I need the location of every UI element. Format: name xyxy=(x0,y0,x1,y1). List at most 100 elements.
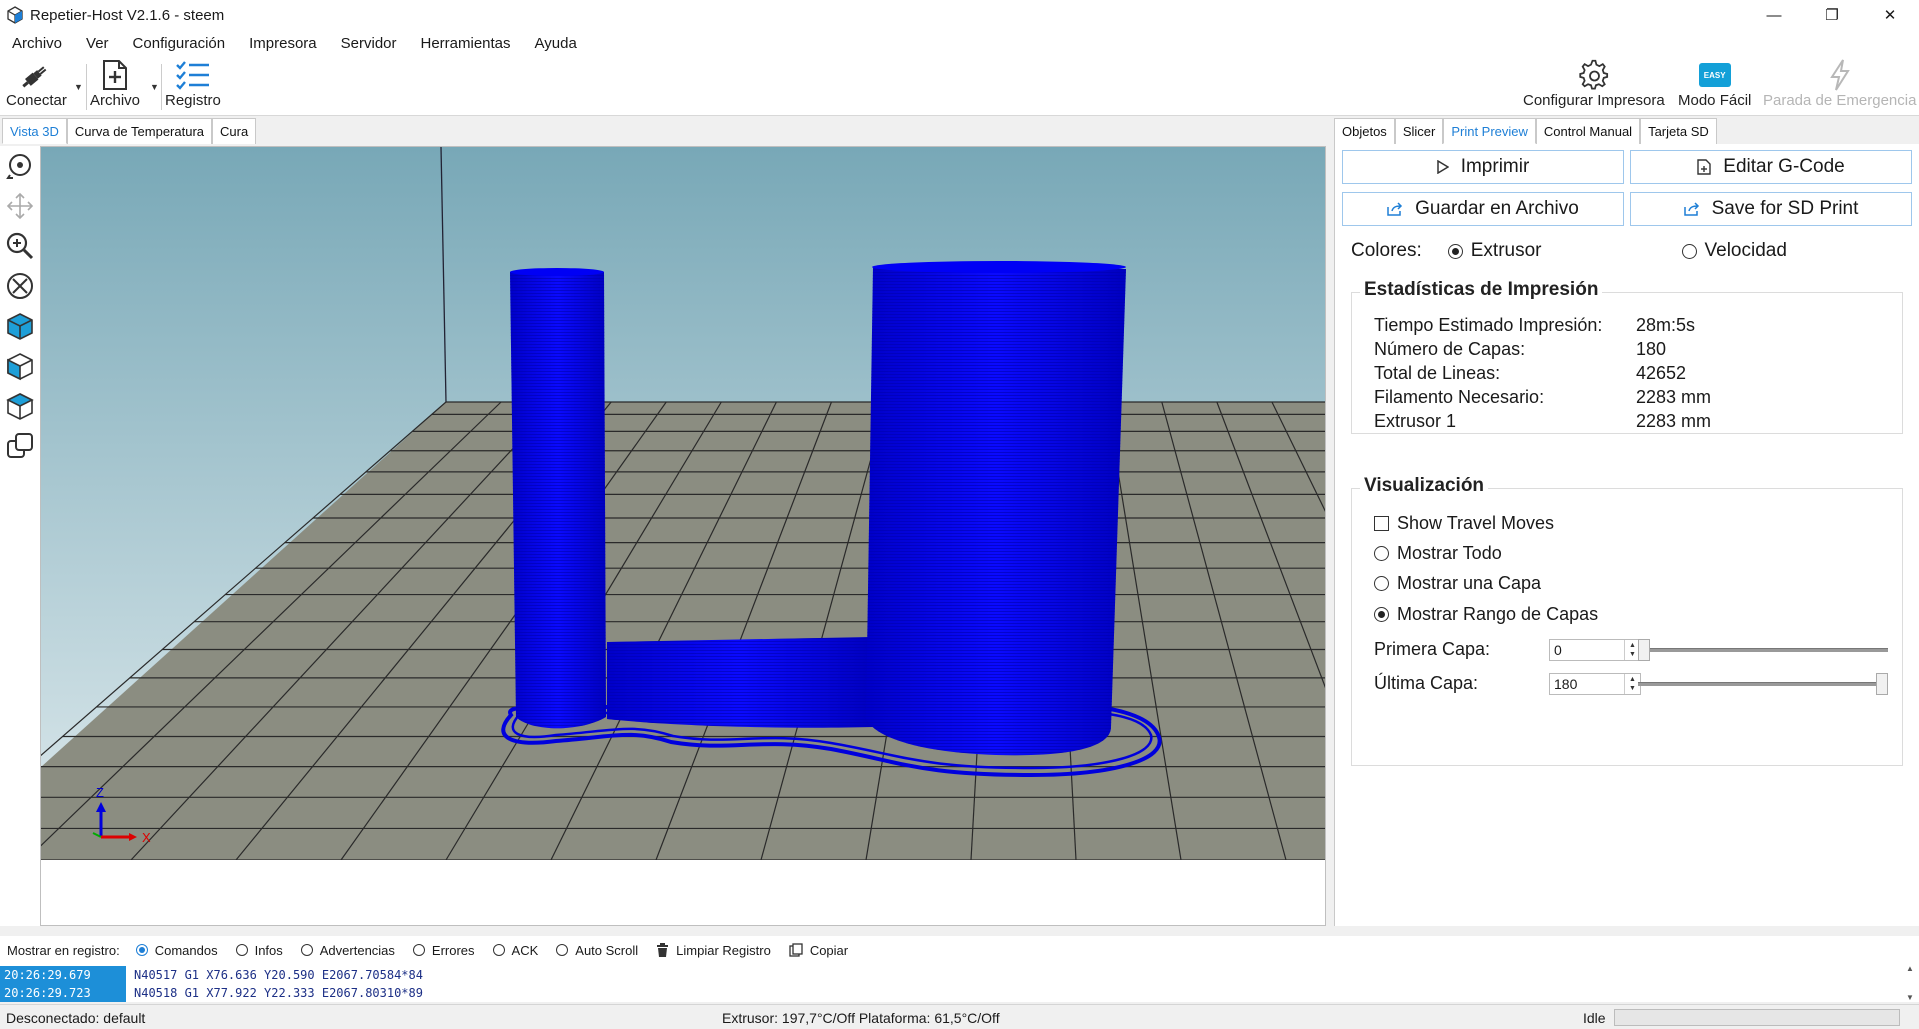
play-icon xyxy=(1436,160,1449,174)
connect-dropdown-icon[interactable]: ▼ xyxy=(74,82,83,92)
spin-down-icon[interactable]: ▼ xyxy=(1629,684,1636,693)
save-to-file-label: Guardar en Archivo xyxy=(1415,198,1579,219)
tab-objects[interactable]: Objetos xyxy=(1334,118,1395,144)
print-button[interactable]: Imprimir xyxy=(1342,150,1624,184)
log-copy-label: Copiar xyxy=(809,942,849,958)
fit-icon xyxy=(7,273,33,299)
configure-printer-button[interactable]: Configurar Impresora xyxy=(1523,58,1665,109)
log-filter-bar: Mostrar en registro: Comandos Infos Adve… xyxy=(0,936,1919,964)
maximize-button[interactable]: ❐ xyxy=(1803,0,1861,30)
menu-impresora[interactable]: Impresora xyxy=(247,35,319,52)
show-travel-checkbox[interactable] xyxy=(1374,516,1389,531)
log-errors-radio[interactable] xyxy=(412,944,425,956)
last-layer-row: Última Capa: xyxy=(1374,673,1478,694)
file-dropdown-icon[interactable]: ▼ xyxy=(150,82,159,92)
top-view-tool[interactable] xyxy=(0,386,40,426)
log-copy-button[interactable]: Copiar xyxy=(789,943,848,958)
show-travel-label: Show Travel Moves xyxy=(1397,513,1555,533)
first-layer-slider-thumb[interactable] xyxy=(1638,639,1650,661)
show-all-radio[interactable] xyxy=(1374,546,1389,561)
stat-row: Extrusor 1 2283 mm xyxy=(1374,411,1711,432)
log-warnings-radio[interactable] xyxy=(300,944,313,956)
export-icon xyxy=(1683,202,1699,216)
save-sd-button[interactable]: Save for SD Print xyxy=(1630,192,1912,226)
menu-ayuda[interactable]: Ayuda xyxy=(533,35,579,52)
save-to-file-button[interactable]: Guardar en Archivo xyxy=(1342,192,1624,226)
first-layer-slider[interactable] xyxy=(1638,639,1888,661)
log-infos-option[interactable]: Infos xyxy=(235,943,283,958)
menu-configuracion[interactable]: Configuración xyxy=(131,35,228,52)
side-view-tool[interactable] xyxy=(0,346,40,386)
menu-herramientas[interactable]: Herramientas xyxy=(419,35,513,52)
menu-servidor[interactable]: Servidor xyxy=(339,35,399,52)
close-button[interactable]: ✕ xyxy=(1861,0,1919,30)
last-layer-slider-thumb[interactable] xyxy=(1876,673,1888,695)
log-clear-button[interactable]: Limpiar Registro xyxy=(656,943,771,958)
tab-sd-card[interactable]: Tarjeta SD xyxy=(1640,118,1717,144)
show-one-layer-radio[interactable] xyxy=(1374,576,1389,591)
tab-print-preview[interactable]: Print Preview xyxy=(1443,118,1536,144)
visualization-title: Visualización xyxy=(1360,475,1489,497)
log-auto-scroll-radio[interactable] xyxy=(556,944,569,956)
stat-label: Extrusor 1 xyxy=(1374,411,1457,431)
log-scrollbar[interactable]: ▲ ▼ xyxy=(1903,964,1917,1002)
3d-viewport[interactable]: Z X xyxy=(40,146,1326,926)
tab-temperature-curve[interactable]: Curva de Temperatura xyxy=(66,118,213,144)
easy-mode-icon: EASY xyxy=(1698,63,1731,87)
fit-view-tool[interactable] xyxy=(0,266,40,306)
log-commands-radio[interactable] xyxy=(135,944,148,956)
log-ack-label: ACK xyxy=(511,942,539,958)
menu-archivo[interactable]: Archivo xyxy=(10,35,64,52)
log-ack-radio[interactable] xyxy=(492,944,505,956)
rotate-view-tool[interactable] xyxy=(0,146,40,186)
log-auto-scroll-option[interactable]: Auto Scroll xyxy=(556,943,638,958)
move-view-tool[interactable] xyxy=(0,186,40,226)
log-errors-option[interactable]: Errores xyxy=(412,943,475,958)
easy-badge-text: EASY xyxy=(1703,70,1726,80)
log-view[interactable]: 20:26:29.679 N40517 G1 X76.636 Y20.590 E… xyxy=(0,964,1919,1002)
emergency-stop-button[interactable]: Parada de Emergencia xyxy=(1763,58,1916,109)
minimize-button[interactable]: — xyxy=(1745,0,1803,30)
stat-row: Tiempo Estimado Impresión: 28m:5s xyxy=(1374,315,1695,336)
scroll-down-icon[interactable]: ▼ xyxy=(1906,993,1914,1002)
spin-down-icon[interactable]: ▼ xyxy=(1629,650,1636,659)
toggle-views-tool[interactable] xyxy=(0,426,40,466)
zoom-icon xyxy=(6,232,34,260)
tab-vista-3d[interactable]: Vista 3D xyxy=(2,118,67,144)
color-speed-radio[interactable] xyxy=(1681,243,1697,259)
log-infos-radio[interactable] xyxy=(235,944,248,956)
cube-side-icon xyxy=(7,353,33,381)
color-extruder-radio[interactable] xyxy=(1447,243,1463,259)
tab-cura[interactable]: Cura xyxy=(212,118,257,144)
easy-mode-button[interactable]: EASY Modo Fácil xyxy=(1678,58,1751,109)
tab-manual-control[interactable]: Control Manual xyxy=(1535,118,1641,144)
axis-z-label: Z xyxy=(96,785,104,800)
edit-gcode-button[interactable]: Editar G-Code xyxy=(1630,150,1912,184)
plug-icon xyxy=(22,66,47,88)
stat-row: Total de Lineas: 42652 xyxy=(1374,363,1686,384)
last-layer-spinner[interactable]: 180 ▲ ▼ xyxy=(1549,673,1641,695)
log-button[interactable]: Registro xyxy=(165,58,221,109)
colors-row: Colores: Extrusor Velocidad xyxy=(1351,240,1787,262)
log-warnings-option[interactable]: Advertencias xyxy=(300,943,395,958)
front-view-tool[interactable] xyxy=(0,306,40,346)
zoom-view-tool[interactable] xyxy=(0,226,40,266)
file-button[interactable]: Archivo xyxy=(90,58,140,109)
log-commands-option[interactable]: Comandos xyxy=(135,942,218,958)
title-bar: Repetier-Host V2.1.6 - steem — ❐ ✕ xyxy=(0,0,1919,30)
connect-button[interactable]: Conectar xyxy=(6,58,67,109)
spin-up-icon[interactable]: ▲ xyxy=(1629,675,1636,684)
log-ack-option[interactable]: ACK xyxy=(492,942,539,958)
last-layer-slider[interactable] xyxy=(1638,673,1888,695)
show-layer-range-radio[interactable] xyxy=(1374,607,1389,622)
first-layer-spinner[interactable]: 0 ▲ ▼ xyxy=(1549,639,1641,661)
stat-row: Filamento Necesario: 2283 mm xyxy=(1374,387,1711,408)
copy-layers-icon xyxy=(7,433,33,458)
tab-slicer[interactable]: Slicer xyxy=(1394,118,1444,144)
stat-value: 42652 xyxy=(1636,363,1687,383)
spin-up-icon[interactable]: ▲ xyxy=(1629,641,1636,650)
menu-ver[interactable]: Ver xyxy=(84,35,111,52)
file-label: Archivo xyxy=(90,92,141,109)
log-commands-label: Comandos xyxy=(154,942,218,958)
scroll-up-icon[interactable]: ▲ xyxy=(1906,964,1914,973)
